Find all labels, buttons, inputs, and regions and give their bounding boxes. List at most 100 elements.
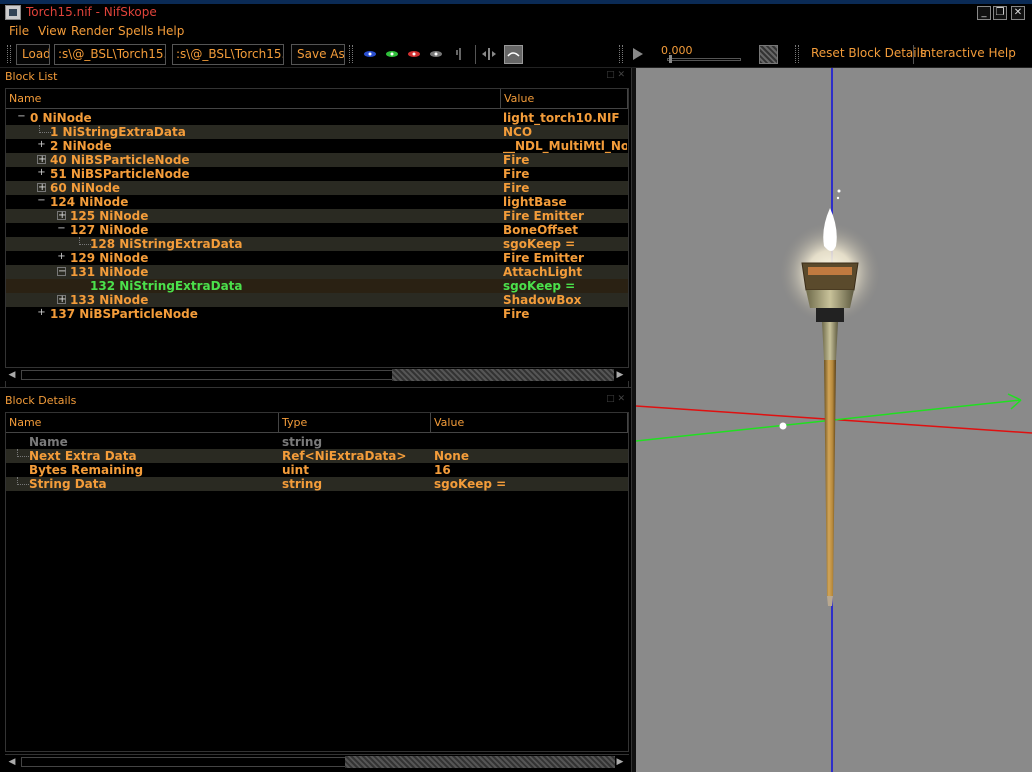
toolbar-grip-4[interactable] xyxy=(795,45,799,63)
detail-name: Name xyxy=(29,435,68,449)
menu-view[interactable]: View xyxy=(38,24,66,38)
block-row[interactable]: +51 NiBSParticleNode Fire xyxy=(6,167,628,181)
torch-handle xyxy=(824,360,836,596)
block-name: 127 NiNode xyxy=(70,223,149,237)
tree-leaf-connector xyxy=(17,449,29,457)
block-value: AttachLight xyxy=(503,265,583,279)
expand-icon[interactable]: + xyxy=(57,252,66,262)
detail-row[interactable]: Next Extra Data Ref<NiExtraData> None xyxy=(6,449,628,463)
origin-marker xyxy=(779,422,787,430)
detail-value[interactable]: sgoKeep = xyxy=(434,477,626,491)
scroll-left-icon[interactable]: ◀ xyxy=(6,369,18,381)
block-details-hscroll[interactable]: ◀ ▶ xyxy=(5,754,629,768)
details-header-value[interactable]: Value xyxy=(431,413,628,433)
block-row[interactable]: +137 NiBSParticleNode Fire xyxy=(6,307,628,321)
block-list-tree[interactable]: Name Value −0 NiNode light_torch10.NIF 1 N… xyxy=(5,88,629,388)
block-row[interactable]: −124 NiNode lightBase xyxy=(6,195,628,209)
scroll-thumb[interactable] xyxy=(392,369,614,381)
detail-row[interactable]: Bytes Remaining uint 16 xyxy=(6,463,628,477)
block-name: 129 NiNode xyxy=(70,251,149,265)
scroll-right-icon[interactable]: ▶ xyxy=(614,756,626,768)
block-name: 132 NiStringExtraData xyxy=(90,279,243,293)
perspective-toggle[interactable] xyxy=(504,45,523,64)
toolbar-separator xyxy=(475,45,476,64)
view-side-icon[interactable] xyxy=(384,47,400,61)
interactive-help-button[interactable]: Interactive Help xyxy=(920,46,1016,60)
block-row[interactable]: −127 NiNode BoneOffset xyxy=(6,223,628,237)
expand-icon[interactable]: + xyxy=(57,295,66,305)
block-details-title: Block Details xyxy=(5,394,77,407)
view-top-icon[interactable] xyxy=(406,47,422,61)
block-details-dock-buttons[interactable]: □ ✕ xyxy=(606,394,625,404)
expand-icon[interactable]: + xyxy=(57,211,66,221)
scene-canvas[interactable] xyxy=(636,68,1032,772)
toolbar-separator-2 xyxy=(913,45,914,64)
play-icon[interactable] xyxy=(631,46,645,62)
animation-slider-handle[interactable] xyxy=(669,55,672,63)
block-row[interactable]: +129 NiNode Fire Emitter xyxy=(6,251,628,265)
block-row[interactable]: −131 NiNode AttachLight xyxy=(6,265,628,279)
animation-options-button[interactable] xyxy=(759,45,778,64)
collapse-icon[interactable]: − xyxy=(17,112,26,122)
menu-help[interactable]: Help xyxy=(157,24,184,38)
save-path-field[interactable]: :s\@_BSL\Torch15.nif xyxy=(172,44,284,65)
detail-row[interactable]: String Data string sgoKeep = xyxy=(6,477,628,491)
scroll-left-icon[interactable]: ◀ xyxy=(6,756,18,768)
minimize-icon[interactable]: _ xyxy=(977,6,991,20)
close-icon[interactable]: ✕ xyxy=(1011,6,1025,20)
block-row[interactable]: 1 NiStringExtraData NCO xyxy=(6,125,628,139)
detail-type: string xyxy=(282,477,323,491)
animation-slider[interactable] xyxy=(667,58,741,61)
menu-spells[interactable]: Spells xyxy=(118,24,154,38)
block-details-tree[interactable]: Name Type Value Name string Next Extra Dat… xyxy=(5,412,629,752)
block-row[interactable]: +2 NiNode __NDL_MultiMtl_Node xyxy=(6,139,628,153)
expand-icon[interactable]: + xyxy=(37,168,46,178)
detail-type: uint xyxy=(282,463,309,477)
block-row[interactable]: 132 NiStringExtraData sgoKeep = xyxy=(6,279,628,293)
block-list-hscroll[interactable]: ◀ ▶ xyxy=(5,367,629,381)
column-header-value[interactable]: Value xyxy=(501,89,628,109)
load-path-field[interactable]: :s\@_BSL\Torch15.nif xyxy=(54,44,166,65)
tree-leaf-connector xyxy=(17,477,29,485)
save-as-button[interactable]: Save As xyxy=(291,44,345,65)
horizontal-splitter[interactable] xyxy=(0,384,631,388)
scroll-right-icon[interactable]: ▶ xyxy=(614,369,626,381)
view-user-icon[interactable] xyxy=(428,47,444,61)
block-value: BoneOffset xyxy=(503,223,579,237)
column-header-name[interactable]: Name xyxy=(6,89,501,109)
view-walk-icon[interactable] xyxy=(452,47,468,61)
reset-block-details-button[interactable]: Reset Block Details xyxy=(811,46,926,60)
expand-icon[interactable]: + xyxy=(37,183,46,193)
detail-value[interactable]: 16 xyxy=(434,463,626,477)
title-bar: Torch15.nif - NifSkope _ ❐ ✕ xyxy=(0,4,1032,22)
block-row[interactable]: +40 NiBSParticleNode Fire xyxy=(6,153,628,167)
block-row[interactable]: −0 NiNode light_torch10.NIF xyxy=(6,111,628,125)
block-row[interactable]: +133 NiNode ShadowBox xyxy=(6,293,628,307)
detail-row[interactable]: Name string xyxy=(6,435,628,449)
expand-icon[interactable]: + xyxy=(37,155,46,165)
details-header-name[interactable]: Name xyxy=(6,413,279,433)
menu-render[interactable]: Render xyxy=(71,24,114,38)
block-row[interactable]: 128 NiStringExtraData sgoKeep = xyxy=(6,237,628,251)
restore-icon[interactable]: ❐ xyxy=(993,6,1007,20)
toolbar-grip[interactable] xyxy=(7,45,11,63)
block-row[interactable]: +125 NiNode Fire Emitter xyxy=(6,209,628,223)
details-header-type[interactable]: Type xyxy=(279,413,431,433)
scroll-thumb[interactable] xyxy=(345,756,615,768)
collapse-icon[interactable]: − xyxy=(57,224,66,234)
block-list-dock-buttons[interactable]: □ ✕ xyxy=(606,70,625,80)
toolbar-grip-2[interactable] xyxy=(349,45,353,63)
view-front-icon[interactable] xyxy=(362,47,378,61)
flip-view-icon[interactable] xyxy=(481,47,497,61)
detail-value[interactable]: None xyxy=(434,449,626,463)
render-viewport[interactable] xyxy=(636,68,1032,772)
expand-icon[interactable]: + xyxy=(37,140,46,150)
toolbar-grip-3[interactable] xyxy=(619,45,623,63)
menu-file[interactable]: File xyxy=(9,24,29,38)
collapse-icon[interactable]: − xyxy=(57,267,66,277)
block-list-title: Block List xyxy=(5,70,58,83)
load-button[interactable]: Load xyxy=(16,44,50,65)
block-row[interactable]: +60 NiNode Fire xyxy=(6,181,628,195)
collapse-icon[interactable]: − xyxy=(37,196,46,206)
expand-icon[interactable]: + xyxy=(37,308,46,318)
